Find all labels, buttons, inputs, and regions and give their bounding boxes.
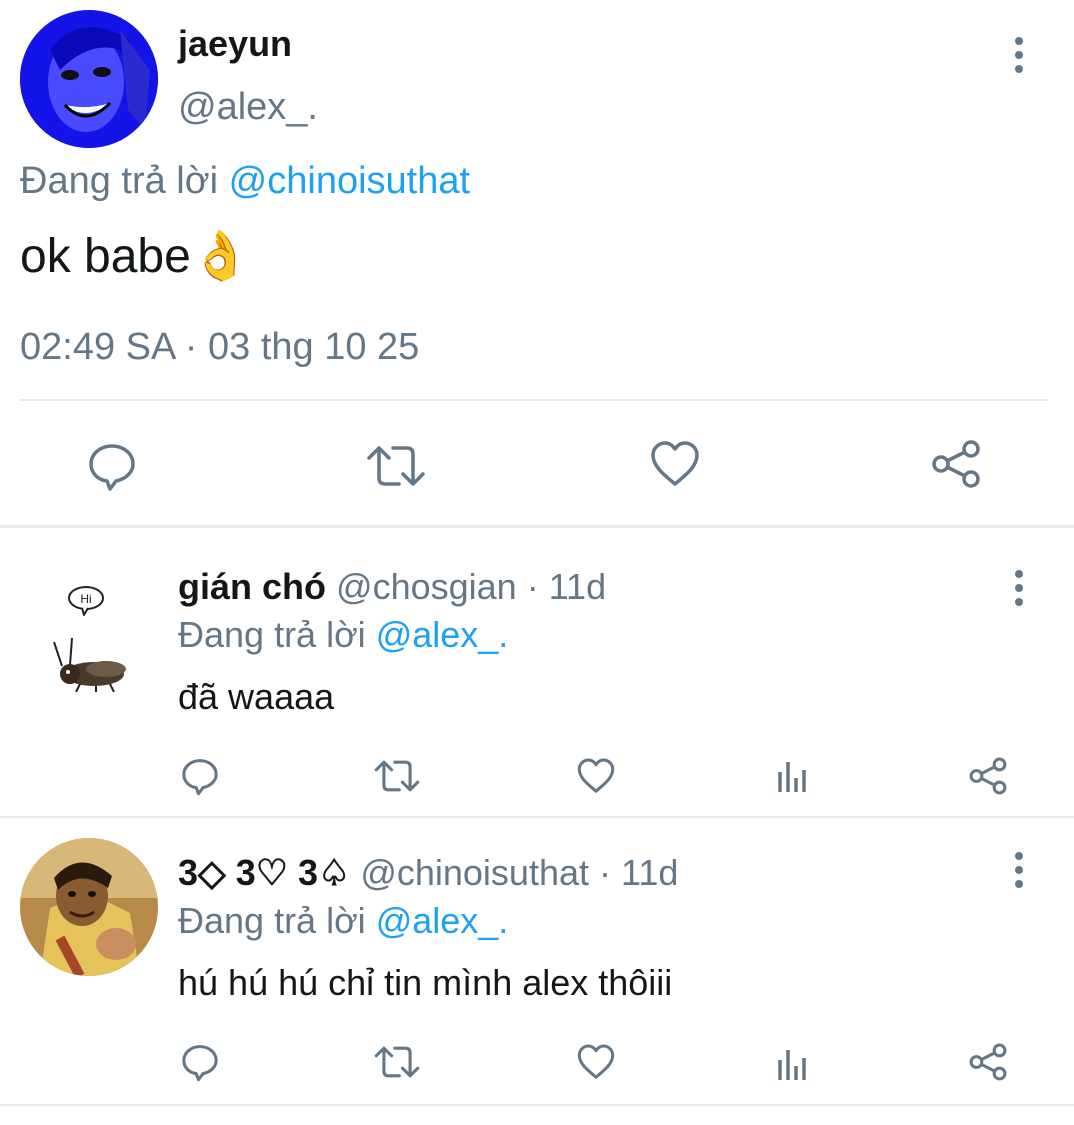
more-vertical-icon bbox=[1015, 37, 1023, 45]
like-button[interactable] bbox=[574, 754, 618, 798]
retweet-button[interactable] bbox=[372, 754, 422, 798]
section-divider bbox=[0, 1104, 1074, 1106]
reply-icon bbox=[182, 1045, 218, 1082]
more-vertical-icon bbox=[1015, 852, 1023, 860]
reply-to-link[interactable]: @alex_. bbox=[376, 900, 509, 941]
share-button[interactable] bbox=[966, 754, 1010, 798]
views-icon bbox=[778, 762, 806, 792]
reply-header: 3◇ 3♡ 3♤ @chinoisuthat · 11d bbox=[178, 850, 678, 896]
divider bbox=[20, 399, 1048, 401]
section-divider bbox=[0, 525, 1074, 528]
reply-context: Đang trả lời @alex_. bbox=[178, 612, 508, 658]
tweet-age: · 11d bbox=[599, 852, 679, 893]
avatar-image bbox=[20, 838, 158, 976]
like-button[interactable] bbox=[647, 436, 703, 492]
display-name[interactable]: 3◇ 3♡ 3♤ bbox=[178, 852, 350, 893]
reply-prefix: Đang trả lời bbox=[178, 614, 366, 655]
handle[interactable]: @chinoisuthat bbox=[360, 852, 589, 893]
avatar-image bbox=[20, 10, 158, 148]
reply-button[interactable] bbox=[178, 1040, 222, 1084]
ok-hand-emoji: 👌 bbox=[190, 230, 251, 283]
share-icon bbox=[969, 757, 1007, 795]
reply-prefix: Đang trả lời bbox=[178, 900, 366, 941]
share-button[interactable] bbox=[966, 1040, 1010, 1084]
reply-context: Đang trả lời @chinoisuthat bbox=[20, 158, 470, 204]
avatar[interactable]: Hi bbox=[40, 582, 140, 693]
retweet-icon bbox=[374, 760, 420, 792]
tweet-age: · 11d bbox=[526, 566, 607, 607]
share-icon bbox=[969, 1043, 1007, 1081]
views-button[interactable] bbox=[770, 754, 814, 798]
retweet-icon bbox=[374, 1046, 420, 1078]
display-name[interactable]: gián chó bbox=[178, 566, 326, 607]
handle[interactable]: @alex_. bbox=[178, 84, 318, 130]
handle[interactable]: @chosgian bbox=[336, 566, 517, 607]
reply-to-link[interactable]: @alex_. bbox=[376, 614, 509, 655]
share-button[interactable] bbox=[928, 436, 984, 492]
reply-context: Đang trả lời @alex_. bbox=[178, 898, 508, 944]
cockroach-avatar-image: Hi bbox=[53, 586, 126, 693]
section-divider bbox=[0, 816, 1074, 818]
like-button[interactable] bbox=[574, 1040, 618, 1084]
reply-to-link[interactable]: @chinoisuthat bbox=[229, 160, 470, 202]
heart-icon bbox=[577, 1044, 615, 1079]
share-icon bbox=[932, 440, 980, 488]
reply-icon bbox=[182, 759, 218, 796]
more-options-button[interactable] bbox=[1004, 568, 1034, 608]
timestamp[interactable]: 02:49 SA · 03 thg 10 25 bbox=[20, 324, 419, 370]
reply-header: gián chó @chosgian · 11d bbox=[178, 564, 606, 610]
views-button[interactable] bbox=[770, 1042, 814, 1086]
reply-icon bbox=[89, 444, 135, 491]
more-options-button[interactable] bbox=[1004, 35, 1034, 75]
reply-button[interactable] bbox=[84, 438, 140, 494]
heart-icon bbox=[651, 441, 699, 486]
more-vertical-icon bbox=[1015, 570, 1023, 578]
retweet-button[interactable] bbox=[364, 438, 428, 494]
tweet-text: hú hú hú chỉ tin mình alex thôiii bbox=[178, 962, 673, 1003]
retweet-icon bbox=[367, 446, 425, 486]
avatar[interactable] bbox=[20, 838, 158, 976]
tweet-text: ok babe👌 bbox=[20, 228, 251, 286]
heart-icon bbox=[577, 758, 615, 793]
reply-prefix: Đang trả lời bbox=[20, 160, 219, 202]
tweet-text: đã waaaa bbox=[178, 676, 335, 717]
speech-bubble-text: Hi bbox=[80, 592, 91, 606]
more-options-button[interactable] bbox=[1004, 850, 1034, 890]
tweet-text-body: ok babe bbox=[20, 230, 191, 283]
reply-button[interactable] bbox=[178, 754, 222, 798]
retweet-button[interactable] bbox=[372, 1040, 422, 1084]
views-icon bbox=[778, 1050, 806, 1080]
avatar[interactable] bbox=[20, 10, 158, 148]
display-name[interactable]: jaeyun bbox=[178, 22, 292, 66]
